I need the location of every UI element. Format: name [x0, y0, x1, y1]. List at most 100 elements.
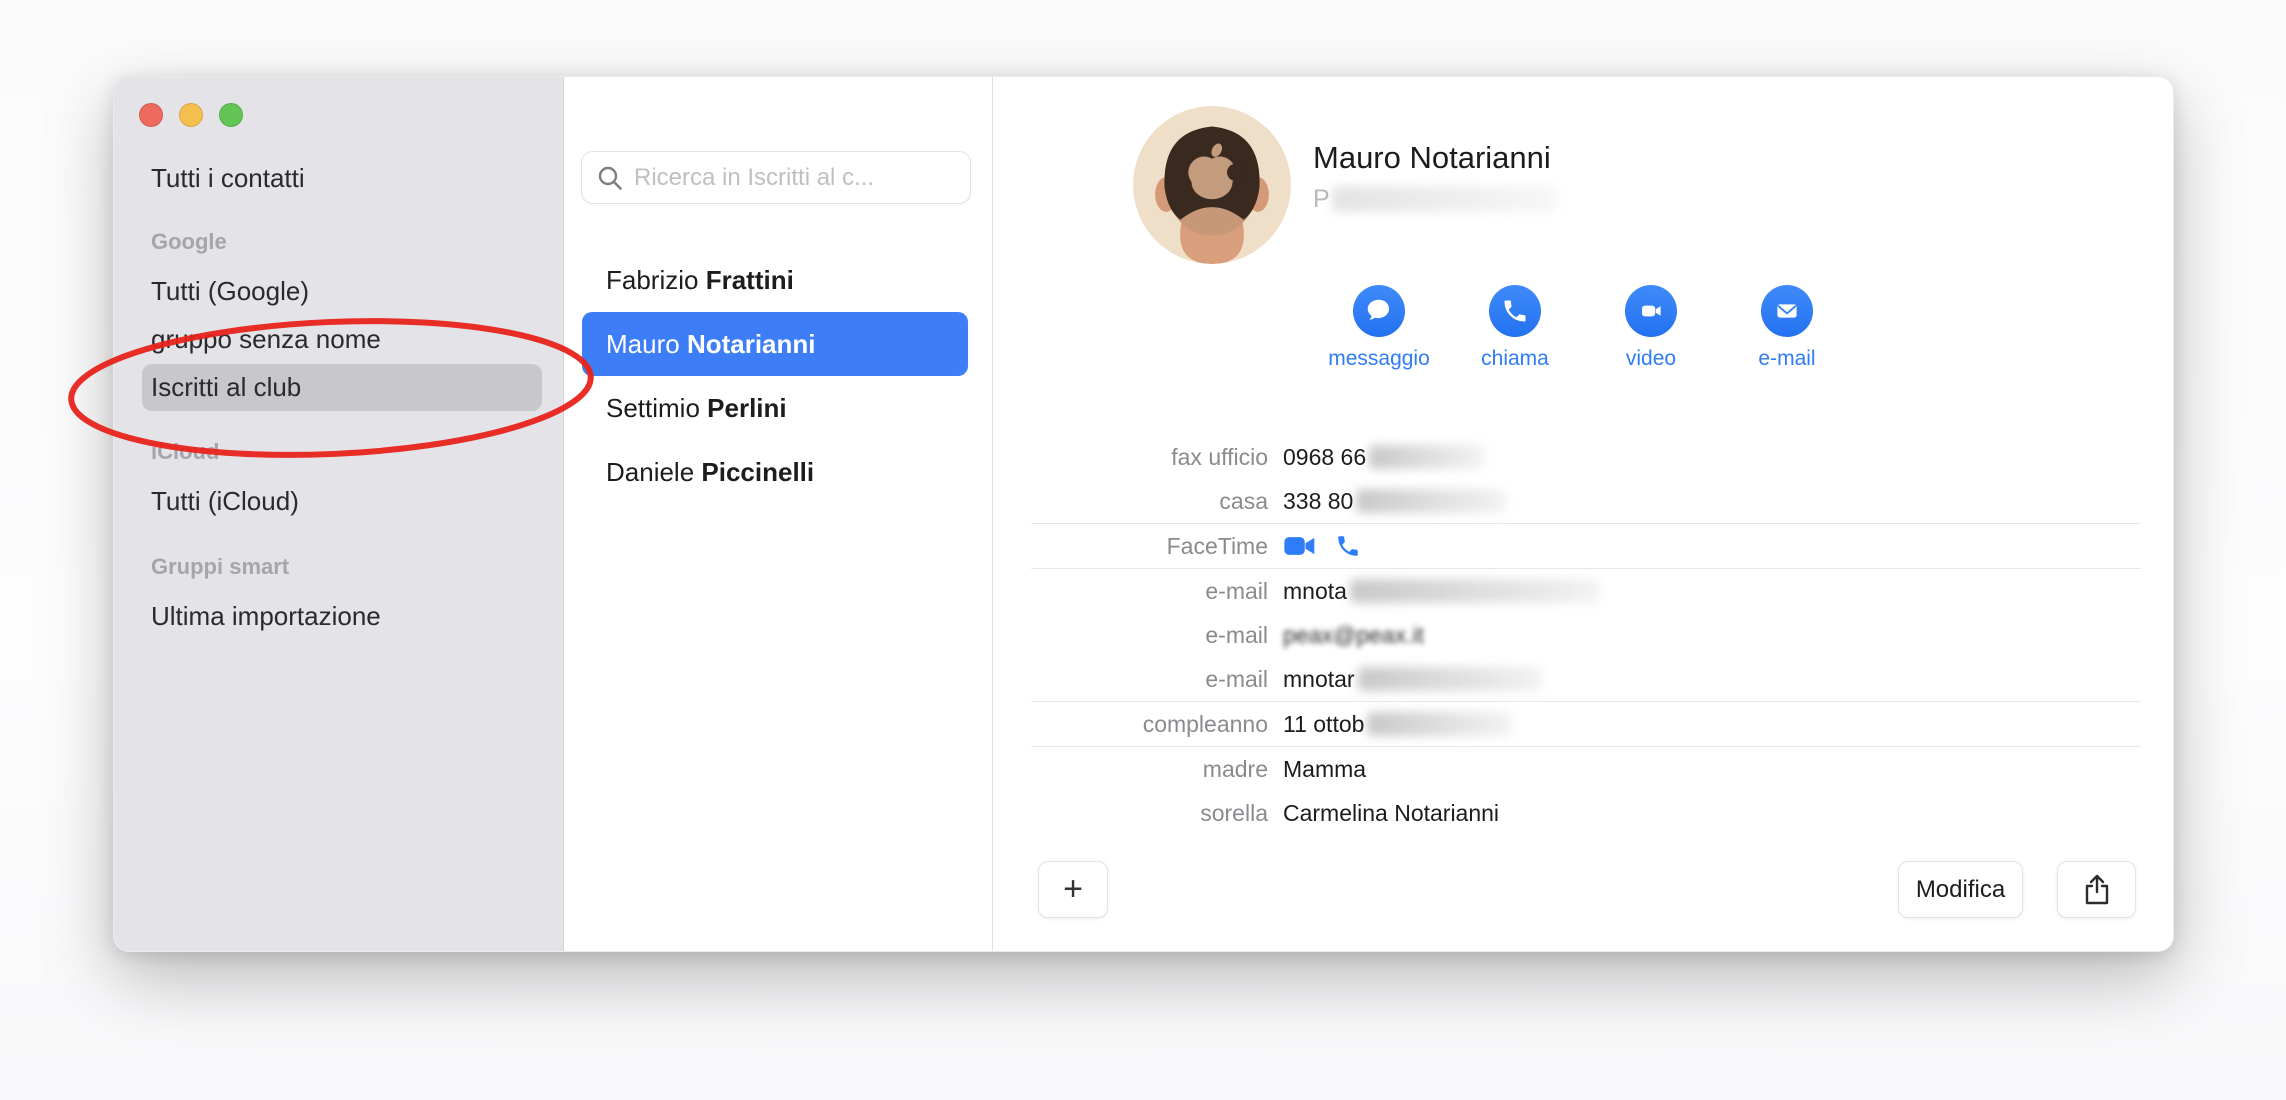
facetime-audio-icon[interactable] [1335, 533, 1361, 559]
contact-first-name: Fabrizio [606, 265, 698, 295]
sidebar-header-icloud: iCloud [151, 437, 219, 467]
field-label: compleanno [993, 711, 1268, 738]
contact-list-column: Ricerca in Iscritti al c... Fabrizio Fra… [564, 77, 993, 951]
sidebar-item-all-google[interactable]: Tutti (Google) [151, 274, 539, 308]
sidebar-header-google: Google [151, 227, 227, 257]
list-item-daniele-piccinelli[interactable]: Daniele Piccinelli [582, 440, 968, 504]
action-label: video [1626, 347, 1676, 371]
close-button[interactable] [139, 103, 163, 127]
screenshot-stage: Tutti i contatti Google Tutti (Google) g… [0, 0, 2286, 1100]
value-visible-text: mnotar [1283, 666, 1355, 693]
value-visible-text: Mamma [1283, 756, 1366, 783]
field-value[interactable]: 0968 66 [1283, 444, 1484, 471]
sidebar-item-last-import[interactable]: Ultima importazione [151, 599, 539, 633]
list-item-mauro-notarianni[interactable]: Mauro Notarianni [582, 312, 968, 376]
share-button[interactable] [2057, 861, 2136, 918]
redacted-value [1369, 445, 1484, 469]
redacted-subtitle [1332, 186, 1557, 212]
field-label: sorella [993, 800, 1268, 827]
redacted-value [1358, 667, 1543, 691]
video-button[interactable]: video [1583, 285, 1719, 371]
field-label: FaceTime [993, 533, 1268, 560]
field-row-sister-clipped: sorella Carmelina Notarianni [993, 791, 2173, 833]
field-value[interactable]: 338 80 [1283, 488, 1506, 515]
contact-header: Mauro Notarianni P [1133, 106, 1557, 264]
contact-first-name: Settimio [606, 393, 700, 423]
chat-bubble-icon [1353, 285, 1405, 337]
field-label: e-mail [993, 666, 1268, 693]
sidebar-item-unnamed-group[interactable]: gruppo senza nome [151, 322, 539, 356]
field-value[interactable]: Carmelina Notarianni [1283, 800, 1499, 827]
sidebar-item-all-icloud[interactable]: Tutti (iCloud) [151, 484, 539, 518]
add-contact-button[interactable]: + [1038, 861, 1108, 918]
facetime-video-icon[interactable] [1283, 534, 1317, 558]
field-label: fax ufficio [993, 444, 1268, 471]
field-label: e-mail [993, 622, 1268, 649]
envelope-icon [1761, 285, 1813, 337]
contact-subtitle: P [1313, 184, 1557, 214]
value-visible-text: mnota [1283, 578, 1347, 605]
message-button[interactable]: messaggio [1311, 285, 1447, 371]
value-visible-text: 338 80 [1283, 488, 1353, 515]
contact-first-name: Mauro [606, 329, 680, 359]
field-value[interactable]: peax@peax.it [1283, 622, 1424, 649]
field-row-home-phone: casa 338 80 [993, 479, 2173, 523]
field-label: casa [993, 488, 1268, 515]
contact-header-text: Mauro Notarianni P [1313, 140, 1557, 264]
contact-last-name: Piccinelli [701, 457, 814, 487]
field-row-fax: fax ufficio 0968 66 [993, 435, 2173, 479]
search-placeholder: Ricerca in Iscritti al c... [634, 164, 874, 192]
redacted-value [1350, 579, 1600, 603]
detail-footer: + Modifica [993, 832, 2173, 951]
window-controls [139, 103, 243, 127]
subtitle-visible-text: P [1313, 184, 1330, 214]
edit-button[interactable]: Modifica [1898, 861, 2023, 918]
contact-fields: fax ufficio 0968 66 casa 338 80 FaceTim [993, 435, 2173, 833]
value-visible-text: 11 ottob [1283, 711, 1364, 738]
contact-last-name: Frattini [706, 265, 794, 295]
field-value[interactable]: mnota [1283, 578, 1600, 605]
field-row-email-2: e-mail peax@peax.it [993, 613, 2173, 657]
sidebar-header-smart-groups: Gruppi smart [151, 552, 289, 582]
phone-icon [1489, 285, 1541, 337]
field-value[interactable]: 11 ottob [1283, 711, 1512, 738]
contact-last-name: Perlini [707, 393, 786, 423]
contact-name: Mauro Notarianni [1313, 140, 1557, 176]
edit-button-label: Modifica [1916, 876, 2005, 904]
field-value[interactable]: Mamma [1283, 756, 1366, 783]
minimize-button[interactable] [179, 103, 203, 127]
contact-rows: Fabrizio Frattini Mauro Notarianni Setti… [582, 248, 968, 504]
search-icon [596, 164, 624, 192]
contact-detail-pane: Mauro Notarianni P messaggio [993, 77, 2173, 951]
action-label: e-mail [1758, 347, 1815, 371]
value-visible-text: Carmelina Notarianni [1283, 800, 1499, 827]
blurred-value-text: peax@peax.it [1283, 622, 1424, 649]
contacts-app-window: Tutti i contatti Google Tutti (Google) g… [113, 76, 2174, 952]
action-label: chiama [1481, 347, 1549, 371]
sidebar-item-iscritti-al-club[interactable]: Iscritti al club [142, 364, 542, 411]
email-button[interactable]: e-mail [1719, 285, 1855, 371]
video-camera-icon [1625, 285, 1677, 337]
call-button[interactable]: chiama [1447, 285, 1583, 371]
field-row-birthday: compleanno 11 ottob [993, 702, 2173, 746]
action-label: messaggio [1328, 347, 1430, 371]
plus-icon: + [1063, 870, 1083, 909]
avatar [1133, 106, 1291, 264]
field-label: e-mail [993, 578, 1268, 605]
sidebar-item-all-contacts[interactable]: Tutti i contatti [151, 161, 539, 195]
field-row-facetime: FaceTime [993, 524, 2173, 568]
list-item-fabrizio-frattini[interactable]: Fabrizio Frattini [582, 248, 968, 312]
field-row-email-3: e-mail mnotar [993, 657, 2173, 701]
zoom-button[interactable] [219, 103, 243, 127]
share-icon [2083, 874, 2111, 906]
contact-last-name: Notarianni [687, 329, 816, 359]
redacted-value [1356, 489, 1506, 513]
groups-sidebar: Tutti i contatti Google Tutti (Google) g… [114, 77, 564, 951]
field-label: madre [993, 756, 1268, 783]
field-row-email-1: e-mail mnota [993, 569, 2173, 613]
quick-actions: messaggio chiama video [993, 285, 2173, 371]
field-value[interactable]: mnotar [1283, 666, 1543, 693]
redacted-value [1367, 712, 1512, 736]
list-item-settimio-perlini[interactable]: Settimio Perlini [582, 376, 968, 440]
search-field[interactable]: Ricerca in Iscritti al c... [581, 151, 971, 204]
